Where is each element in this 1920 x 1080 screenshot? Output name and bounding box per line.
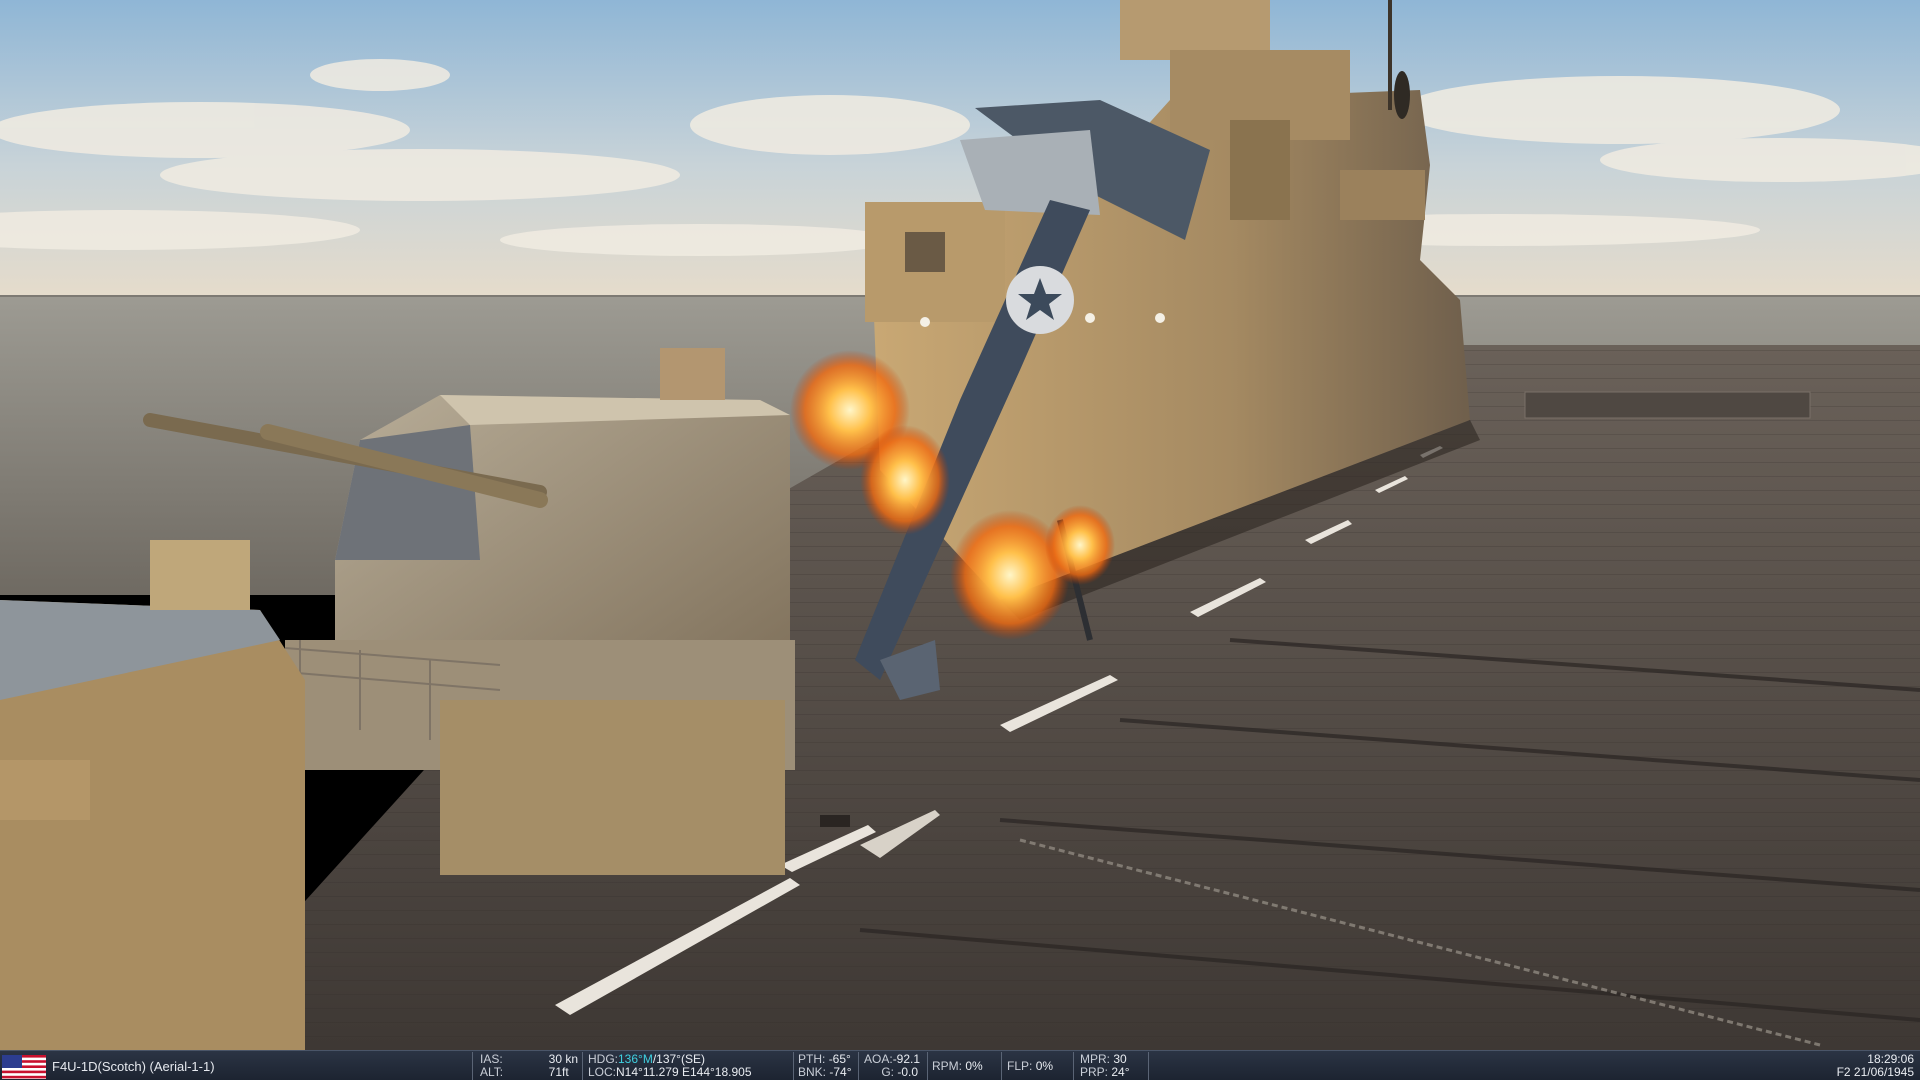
alt-unit: ft (562, 1065, 569, 1079)
flp-value: 0% (1035, 1059, 1054, 1073)
attitude-readout: PTH: -65° BNK: -74° (798, 1053, 858, 1079)
mission-clock: 18:29:06 F2 21/06/1945 (1784, 1053, 1914, 1079)
separator (472, 1052, 473, 1080)
aoa-value: -92.1 (892, 1052, 921, 1066)
unit-name: F4U-1D(Scotch) (Aerial-1-1) (52, 1059, 215, 1074)
ias-unit: kn (565, 1052, 579, 1066)
carrier-deck-scene (0, 0, 1920, 1050)
rpm-value: 0% (965, 1059, 983, 1073)
bnk-value: -74° (829, 1065, 852, 1079)
aoa-label: AOA: (864, 1052, 893, 1066)
separator (582, 1052, 583, 1080)
g-value: -0.0 (897, 1065, 919, 1079)
separator (927, 1052, 928, 1080)
heading-location-readout: HDG:136°M/137°(SE) LOC:N14°11.279 E144°1… (588, 1053, 788, 1079)
rpm-readout: RPM: 0% (932, 1060, 998, 1080)
loc-label: LOC: (588, 1065, 617, 1079)
separator (1148, 1052, 1149, 1080)
airspeed-altitude-readout: IAS: 30 kn ALT: 71ft (480, 1053, 590, 1079)
us-flag-icon (2, 1055, 46, 1079)
game-viewport[interactable]: F4U-1D(Scotch) (Aerial-1-1) IAS: 30 kn AL… (0, 0, 1920, 1080)
separator (1073, 1052, 1074, 1080)
mpr-value: 30 (1113, 1052, 1127, 1066)
alt-value: 71 (548, 1065, 562, 1079)
pth-label: PTH: (798, 1052, 826, 1066)
aoa-g-readout: AOA:-92.1 G: -0.0 (864, 1053, 930, 1079)
alt-label: ALT: (480, 1065, 504, 1079)
hdg-value: 136°M (618, 1052, 653, 1066)
bnk-label: BNK: (798, 1065, 827, 1079)
mpr-label: MPR: (1080, 1052, 1110, 1066)
pth-value: -65° (828, 1052, 851, 1066)
prp-label: PRP: (1080, 1065, 1109, 1079)
mission-date: F2 21/06/1945 (1836, 1065, 1914, 1079)
rpm-label: RPM: (932, 1059, 962, 1073)
loc-value: N14°11.279 E144°18.905 (616, 1065, 752, 1079)
prp-value: 24° (1111, 1065, 1130, 1079)
manifold-propeller-readout: MPR: 30 PRP: 24° (1080, 1053, 1150, 1079)
separator (793, 1052, 794, 1080)
flaps-readout: FLP: 0% (1007, 1060, 1067, 1080)
hdg-label: HDG: (588, 1052, 618, 1066)
separator (1001, 1052, 1002, 1080)
separator (858, 1052, 859, 1080)
g-label: G: (881, 1065, 894, 1079)
hdg-true-value: /137°(SE) (652, 1052, 705, 1066)
flp-label: FLP: (1007, 1059, 1033, 1073)
status-bar: F4U-1D(Scotch) (Aerial-1-1) IAS: 30 kn AL… (0, 1050, 1920, 1080)
